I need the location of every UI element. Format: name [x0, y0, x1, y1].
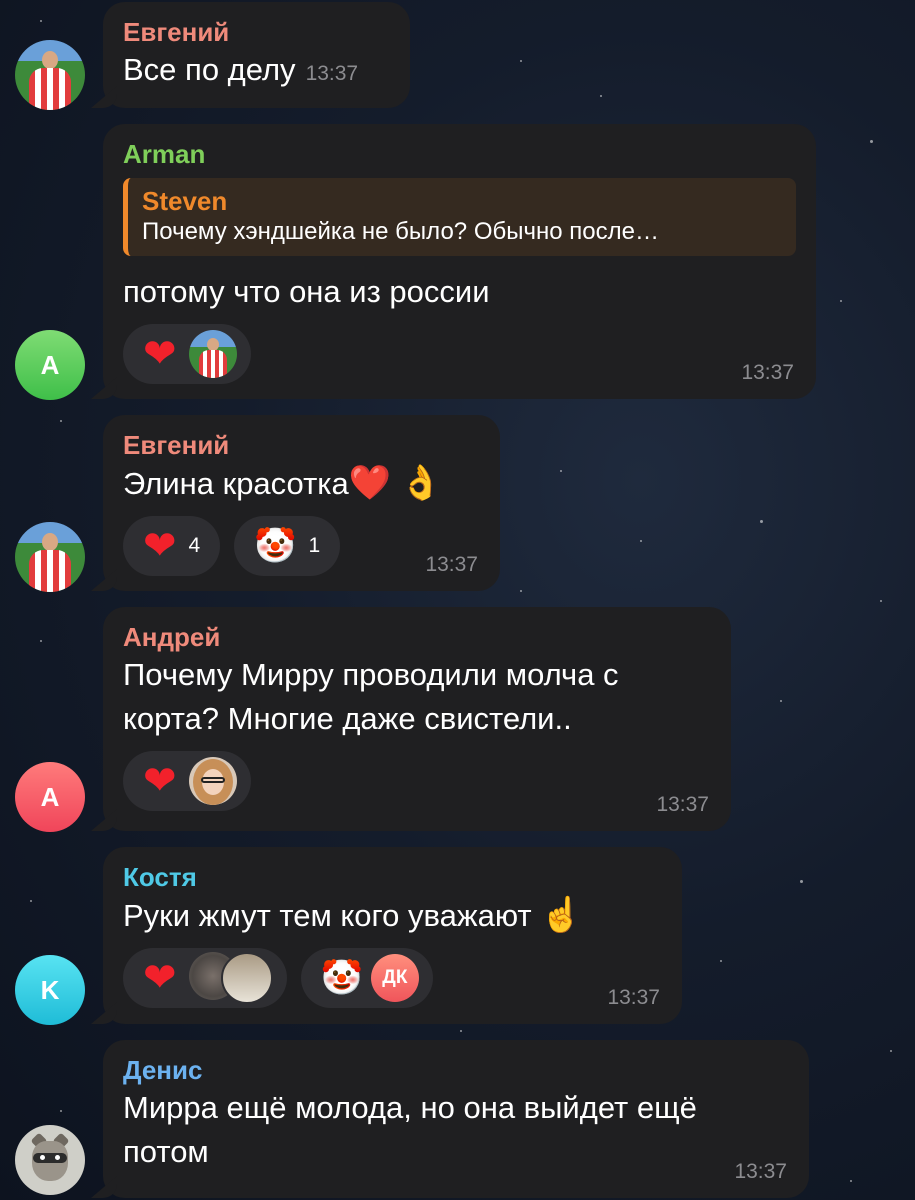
reaction-count: 1 — [308, 534, 321, 557]
bubble-tail — [91, 377, 117, 399]
raccoon-photo-icon — [15, 1125, 85, 1195]
sender-name[interactable]: Денис — [123, 1054, 789, 1086]
sender-name[interactable]: Костя — [123, 861, 662, 893]
bubble-tail — [91, 86, 117, 108]
message-text-line: корта? Многие даже свистели.. — [123, 701, 572, 736]
message-time: 13:37 — [656, 793, 709, 816]
player-photo-icon — [15, 40, 85, 110]
message-bubble[interactable]: Костя Руки жмут тем кого уважают ☝️ ❤ 🤡 … — [91, 847, 682, 1024]
ok-hand-emoji: 👌 — [399, 464, 443, 502]
message-time: 13:37 — [425, 553, 478, 576]
avatar[interactable]: A — [15, 330, 85, 400]
reactor-avatar — [188, 330, 237, 378]
sender-name[interactable]: Евгений — [123, 429, 480, 461]
reaction-heart[interactable]: ❤ — [123, 751, 251, 811]
message-text: Все по делу 13:37 — [123, 52, 359, 87]
message-text: Руки жмут тем кого уважают ☝️ — [123, 896, 583, 934]
avatar[interactable]: K — [15, 955, 85, 1025]
message-bubble[interactable]: Андрей Почему Мирру проводили молча с ко… — [91, 607, 731, 831]
avatar-initial: A — [40, 349, 60, 380]
heart-icon: ❤ — [143, 759, 177, 803]
reply-quote[interactable]: Steven Почему хэндшейка не было? Обычно … — [123, 178, 796, 256]
pointing-up-emoji: ☝️ — [540, 896, 583, 934]
reactions: ❤ — [123, 751, 711, 811]
message-bubble[interactable]: Денис Мирра ещё молода, но она выйдет ещ… — [91, 1040, 809, 1198]
sender-name[interactable]: Arman — [123, 138, 796, 170]
message-time: 13:37 — [607, 986, 660, 1009]
sender-name[interactable]: Андрей — [123, 621, 711, 653]
clown-icon: 🤡 — [320, 959, 363, 997]
reply-sender-name: Steven — [142, 186, 228, 216]
avatar-initial: K — [40, 974, 60, 1005]
avatar[interactable] — [15, 1125, 85, 1195]
message-time: 13:37 — [741, 361, 794, 384]
reactor-avatar — [188, 757, 237, 805]
reply-text: Почему хэндшейка не было? Обычно после… — [142, 218, 659, 245]
heart-emoji: ❤️ — [348, 464, 392, 502]
message-text-line: Почему Мирру проводили молча с — [123, 657, 619, 692]
message-time: 13:37 — [734, 1160, 787, 1183]
bubble-tail — [91, 1002, 117, 1024]
message-bubble[interactable]: Евгений Все по делу 13:37 — [91, 2, 410, 108]
bubble-tail — [91, 809, 117, 831]
reactor-avatar — [220, 952, 273, 1004]
reaction-heart[interactable]: ❤ — [123, 324, 251, 384]
clown-icon: 🤡 — [254, 527, 297, 565]
message-time: 13:37 — [305, 62, 359, 85]
bubble-tail — [91, 569, 117, 591]
bubble-tail — [91, 1176, 117, 1198]
message-text-line: потом — [123, 1134, 209, 1169]
heart-icon: ❤ — [143, 332, 177, 376]
message-bubble[interactable]: Arman Steven Почему хэндшейка не было? О… — [91, 124, 816, 399]
reaction-heart[interactable]: ❤ 4 — [123, 516, 221, 576]
reactions: ❤ — [123, 324, 796, 384]
avatar-initial: А — [40, 781, 60, 812]
message-text: Элина красотка❤️ 👌 — [123, 464, 443, 502]
player-photo-icon — [15, 522, 85, 592]
heart-icon: ❤ — [143, 956, 177, 1000]
reaction-clown[interactable]: 🤡 1 — [234, 516, 341, 576]
message-text-line: Мирра ещё молода, но она выйдет ещё — [123, 1090, 697, 1125]
reactor-avatar-initials: ДК — [370, 954, 419, 1002]
avatar[interactable] — [15, 40, 85, 110]
avatar[interactable] — [15, 522, 85, 592]
message-bubble[interactable]: Евгений Элина красотка❤️ 👌 ❤ 4 🤡 1 13:37 — [91, 415, 500, 591]
reaction-clown[interactable]: 🤡 ДК — [300, 948, 433, 1008]
avatar[interactable]: А — [15, 762, 85, 832]
sender-name[interactable]: Евгений — [123, 16, 390, 48]
message-text: потому что она из россии — [123, 274, 490, 309]
heart-icon: ❤ — [143, 524, 177, 568]
reaction-count: 4 — [188, 534, 201, 557]
reactions: ❤ 🤡 ДК — [123, 948, 662, 1008]
reaction-heart[interactable]: ❤ — [123, 948, 287, 1008]
